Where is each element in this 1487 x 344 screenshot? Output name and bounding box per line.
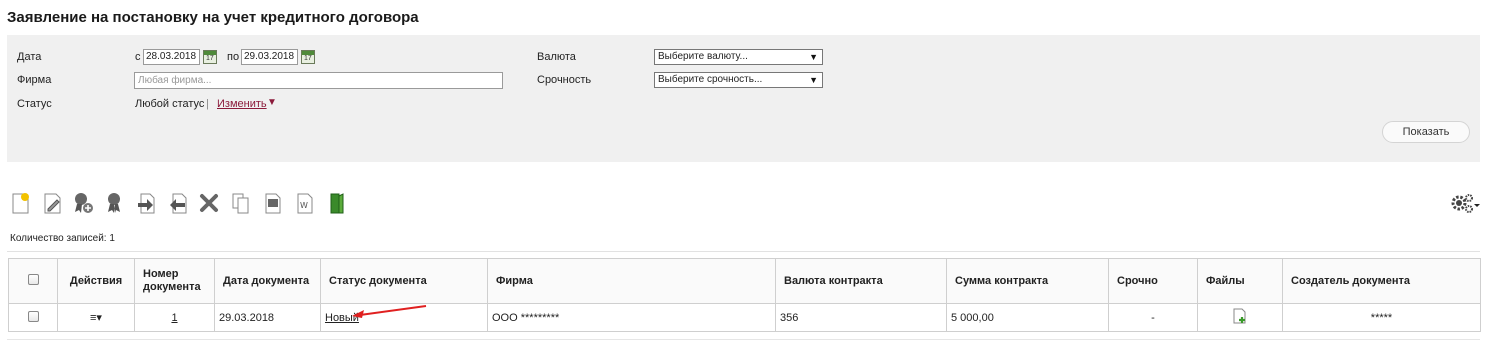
status-separator: | bbox=[206, 98, 209, 110]
status-label: Статус bbox=[17, 98, 52, 110]
calendar-icon[interactable]: 17 bbox=[301, 50, 315, 64]
doc-number-link[interactable]: 1 bbox=[171, 312, 177, 324]
documents-table: Действия Номер документа Дата документа … bbox=[8, 258, 1481, 332]
divider bbox=[7, 339, 1480, 340]
urgency-select[interactable]: Выберите срочность... ▼ bbox=[654, 72, 823, 88]
header-firm[interactable]: Фирма bbox=[487, 258, 776, 304]
urgent-cell: - bbox=[1108, 303, 1198, 332]
row-actions-menu[interactable]: ≡▾ bbox=[57, 303, 135, 332]
select-all-checkbox-cell[interactable] bbox=[8, 258, 58, 304]
signature-icon[interactable] bbox=[104, 191, 126, 215]
header-urgent[interactable]: Срочно bbox=[1108, 258, 1198, 304]
receive-icon[interactable] bbox=[168, 191, 190, 215]
edit-document-icon[interactable] bbox=[42, 191, 64, 215]
select-all-checkbox[interactable] bbox=[27, 273, 39, 285]
date-to-prefix: по bbox=[227, 51, 240, 63]
dropdown-arrow-icon: ▼ bbox=[809, 75, 818, 85]
header-actions: Действия bbox=[57, 258, 135, 304]
divider bbox=[7, 251, 1480, 252]
archive-icon[interactable] bbox=[326, 191, 348, 215]
show-button[interactable]: Показать bbox=[1382, 121, 1470, 143]
header-creator[interactable]: Создатель документа bbox=[1282, 258, 1481, 304]
date-to-input[interactable]: 29.03.2018 bbox=[241, 49, 298, 65]
date-from-input[interactable]: 28.03.2018 bbox=[143, 49, 200, 65]
status-value: Любой статус bbox=[135, 98, 205, 110]
copy-icon[interactable] bbox=[230, 191, 252, 215]
delete-icon[interactable] bbox=[198, 191, 220, 215]
row-checkbox[interactable] bbox=[27, 310, 39, 322]
send-icon[interactable] bbox=[136, 191, 158, 215]
add-signature-icon[interactable] bbox=[72, 191, 94, 215]
urgency-select-value: Выберите срочность... bbox=[658, 74, 763, 85]
svg-text:W: W bbox=[300, 201, 308, 210]
firm-input[interactable]: Любая фирма... bbox=[134, 72, 503, 89]
row-checkbox-cell[interactable] bbox=[8, 303, 58, 332]
table-row[interactable]: ≡▾ 1 29.03.2018 Новый ООО ********* 356 … bbox=[8, 303, 1481, 332]
currency-select-value: Выберите валюту... bbox=[658, 51, 748, 62]
annotation-arrow-icon bbox=[352, 305, 427, 318]
print-icon[interactable] bbox=[262, 191, 284, 215]
header-date[interactable]: Дата документа bbox=[214, 258, 321, 304]
urgency-label: Срочность bbox=[537, 74, 592, 86]
currency-label: Валюта bbox=[537, 51, 576, 63]
header-doc-number[interactable]: Номер документа bbox=[134, 258, 215, 304]
doc-date-cell: 29.03.2018 bbox=[214, 303, 321, 332]
date-from-prefix: с bbox=[135, 51, 141, 63]
amount-cell: 5 000,00 bbox=[946, 303, 1109, 332]
records-count: Количество записей: 1 bbox=[10, 233, 115, 244]
new-document-icon[interactable] bbox=[10, 191, 32, 215]
header-status[interactable]: Статус документа bbox=[320, 258, 488, 304]
filter-panel: Дата с 28.03.2018 17 по 29.03.2018 17 Фи… bbox=[7, 35, 1480, 162]
creator-cell: ***** bbox=[1282, 303, 1481, 332]
firm-cell: ООО ********* bbox=[487, 303, 776, 332]
export-word-icon[interactable]: W bbox=[294, 191, 316, 215]
dropdown-arrow-icon: ▼ bbox=[809, 52, 818, 62]
header-currency[interactable]: Валюта контракта bbox=[775, 258, 947, 304]
header-files: Файлы bbox=[1197, 258, 1283, 304]
doc-number-cell: 1 bbox=[134, 303, 215, 332]
settings-gear-icon[interactable] bbox=[1449, 192, 1481, 214]
date-label: Дата bbox=[17, 51, 42, 63]
currency-select[interactable]: Выберите валюту... ▼ bbox=[654, 49, 823, 65]
page-title: Заявление на постановку на учет кредитно… bbox=[7, 9, 419, 26]
caret-down-icon[interactable]: ▼ bbox=[267, 97, 277, 108]
firm-label: Фирма bbox=[17, 74, 52, 86]
header-amount[interactable]: Сумма контракта bbox=[946, 258, 1109, 304]
calendar-icon[interactable]: 17 bbox=[203, 50, 217, 64]
currency-cell: 356 bbox=[775, 303, 947, 332]
files-cell bbox=[1197, 303, 1283, 332]
add-file-icon[interactable] bbox=[1233, 308, 1247, 324]
table-header-row: Действия Номер документа Дата документа … bbox=[8, 258, 1481, 304]
status-change-link[interactable]: Изменить bbox=[217, 98, 267, 110]
